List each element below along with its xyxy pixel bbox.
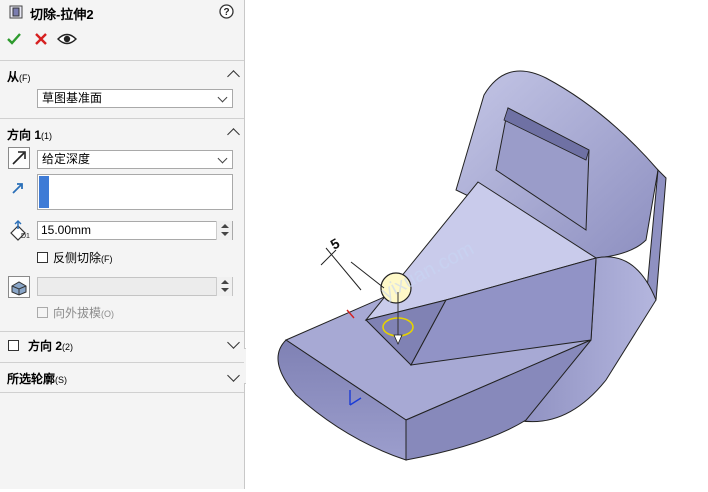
chevron-down-icon	[217, 153, 228, 164]
direction-vector-icon	[10, 180, 26, 196]
eye-icon	[57, 33, 77, 45]
direction1-header-label: 方向 1	[7, 128, 42, 142]
chevron-down-icon[interactable]	[227, 336, 240, 349]
property-manager: 切除-拉伸2 ? 从(F) 草图基准面 方向 1(1) 给定深度 D1 15.0…	[0, 0, 245, 489]
draft-outward-text: 向外拔模	[53, 306, 102, 320]
draft-outward-label: 向外拔模(O)	[53, 304, 114, 321]
svg-text:D1: D1	[21, 233, 30, 240]
spin-up-icon	[221, 280, 229, 284]
depth-icon: D1	[8, 219, 32, 241]
from-select[interactable]: 草图基准面	[37, 89, 233, 108]
spin-up-icon	[221, 224, 229, 228]
chevron-up-icon[interactable]	[227, 128, 240, 141]
depth-input[interactable]: 15.00mm	[37, 221, 233, 240]
feature-title: 切除-拉伸2	[30, 7, 94, 22]
end-condition-value: 给定深度	[42, 152, 91, 166]
draft-outward-checkbox	[37, 307, 48, 318]
draft-outward-shortcut: (O)	[101, 309, 115, 319]
depth-spinner[interactable]	[216, 221, 232, 240]
from-header-label: 从	[7, 70, 20, 84]
svg-text:?: ?	[223, 7, 229, 18]
draft-angle-spinner	[216, 277, 232, 296]
flip-side-label[interactable]: 反侧切除(F)	[53, 249, 113, 266]
check-icon	[7, 33, 21, 45]
reverse-direction-button[interactable]	[8, 147, 30, 169]
depth-value: 15.00mm	[41, 223, 92, 237]
draft-icon	[11, 281, 27, 296]
direction2-header-shortcut: (2)	[62, 342, 74, 352]
graphics-area[interactable]: yixuan.com 5	[246, 0, 708, 489]
direction2-section-header[interactable]: 方向 2(2)	[28, 337, 73, 354]
from-select-value: 草图基准面	[42, 91, 103, 105]
contours-section-header[interactable]: 所选轮廓(S)	[7, 370, 67, 387]
dimension-label[interactable]: 5	[328, 235, 343, 253]
direction2-checkbox[interactable]	[8, 340, 19, 351]
spin-down-icon	[221, 232, 229, 236]
flip-side-text: 反侧切除	[53, 251, 102, 265]
part-model[interactable]: yixuan.com 5	[246, 0, 708, 489]
help-icon[interactable]: ?	[219, 4, 234, 19]
selection-highlight	[39, 176, 49, 208]
direction-vector-field[interactable]	[37, 174, 233, 210]
contours-header-shortcut: (S)	[55, 375, 68, 385]
end-condition-select[interactable]: 给定深度	[37, 150, 233, 169]
from-header-shortcut: (F)	[19, 73, 31, 83]
spin-down-icon	[221, 288, 229, 292]
chevron-up-icon[interactable]	[227, 70, 240, 83]
direction1-header-shortcut: (1)	[41, 131, 53, 141]
chevron-down-icon[interactable]	[227, 369, 240, 382]
direction2-header-label: 方向 2	[28, 339, 63, 353]
cut-extrude-icon	[9, 5, 23, 19]
draft-toggle-button[interactable]	[8, 276, 30, 298]
direction1-section-header[interactable]: 方向 1(1)	[7, 126, 52, 143]
cancel-button[interactable]	[33, 31, 49, 47]
contours-header-label: 所选轮廓	[7, 372, 56, 386]
chevron-down-icon	[217, 92, 228, 103]
close-icon	[35, 33, 47, 45]
reverse-direction-icon	[12, 151, 26, 165]
flip-side-checkbox[interactable]	[37, 252, 48, 263]
preview-button[interactable]	[57, 30, 77, 48]
ok-button[interactable]	[6, 31, 22, 47]
flip-side-shortcut: (F)	[101, 254, 113, 264]
draft-angle-input	[37, 277, 233, 296]
from-section-header[interactable]: 从(F)	[7, 68, 31, 85]
